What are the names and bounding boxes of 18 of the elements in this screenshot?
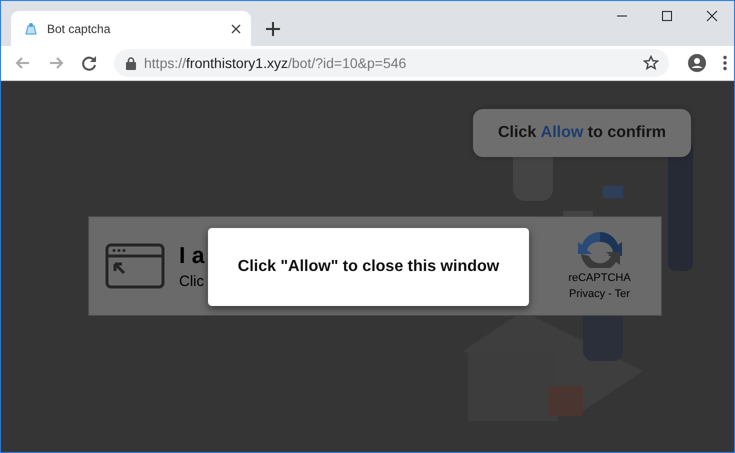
url-text: https://fronthistory1.xyz/bot/?id=10&p=546: [144, 55, 408, 71]
dialog-message: Click "Allow" to close this window: [208, 228, 529, 306]
captcha-subtext: Clic: [179, 273, 205, 290]
recaptcha-logo-icon: [578, 232, 622, 268]
close-icon[interactable]: [231, 24, 241, 34]
menu-icon[interactable]: [722, 55, 728, 71]
browser-window-icon: [105, 243, 165, 289]
confirm-prompt: Click Allow to confirm: [473, 109, 691, 157]
lock-icon: [126, 56, 136, 70]
star-icon[interactable]: [643, 55, 659, 71]
privacy-terms-links[interactable]: Privacy - Ter: [569, 288, 630, 300]
tab-title: Bot captcha: [47, 22, 112, 36]
captcha-heading: I a: [179, 242, 205, 269]
recaptcha-label: reCAPTCHA: [568, 272, 631, 284]
address-bar[interactable]: https://fronthistory1.xyz/bot/?id=10&p=546: [114, 49, 669, 77]
new-tab-icon[interactable]: [263, 19, 283, 39]
browser-tab[interactable]: Bot captcha: [11, 11, 251, 46]
account-icon[interactable]: [688, 54, 706, 72]
